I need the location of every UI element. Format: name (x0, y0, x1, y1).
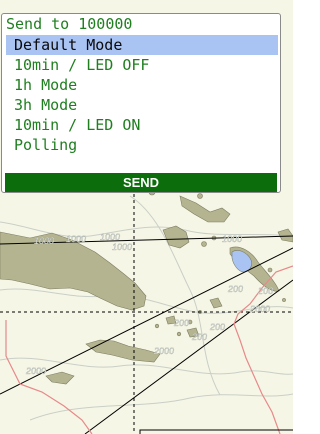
mode-option-default[interactable]: Default Mode (6, 35, 278, 55)
contour-label: 200 (209, 322, 225, 332)
dialog-title: Send to 100000 (6, 15, 133, 33)
contour-label: 200 (257, 286, 273, 296)
mode-option-3h[interactable]: 3h Mode (6, 95, 278, 115)
contour-label: 1000 (34, 236, 54, 246)
mode-option-10min-led-off[interactable]: 10min / LED OFF (6, 55, 278, 75)
contour-label: 200 (227, 284, 243, 294)
contour-label: 1000 (100, 232, 120, 242)
contour-label: 200 (173, 318, 189, 328)
contour-label: 2000 (249, 304, 270, 314)
contour-label: 2000 (25, 366, 46, 376)
contour-label: 1000 (222, 234, 242, 244)
send-button[interactable]: SEND (5, 173, 277, 192)
contour-label: 1000 (112, 242, 132, 252)
mode-option-polling[interactable]: Polling (6, 135, 278, 155)
contour-label: 200 (191, 332, 207, 342)
mode-list: Default Mode 10min / LED OFF 1h Mode 3h … (6, 35, 278, 155)
contour-label: 1000 (66, 234, 86, 244)
mode-option-1h[interactable]: 1h Mode (6, 75, 278, 95)
mode-option-10min-led-on[interactable]: 10min / LED ON (6, 115, 278, 135)
send-dialog: Send to 100000 Default Mode 10min / LED … (1, 13, 281, 193)
contour-label: 2000 (153, 346, 174, 356)
